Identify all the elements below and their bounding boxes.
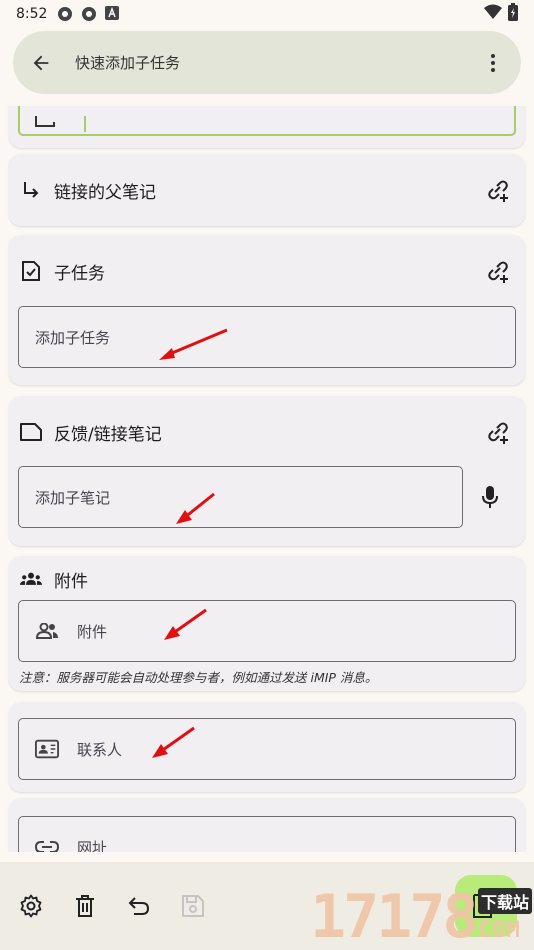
subtasks-header: 子任务 xyxy=(20,256,511,286)
app-notification-icon-2 xyxy=(81,6,97,22)
add-link-icon xyxy=(488,261,508,283)
delete-button[interactable] xyxy=(72,893,98,919)
groups-icon xyxy=(20,568,42,590)
url-card: 网址 xyxy=(9,798,525,852)
font-notification-icon xyxy=(105,6,121,22)
more-vert-icon xyxy=(491,53,495,72)
description-field[interactable] xyxy=(18,106,516,136)
attendees-placeholder: 附件 xyxy=(77,622,108,641)
bottom-action-bar xyxy=(0,862,534,950)
status-bar: 8:52 xyxy=(0,0,534,28)
microphone-icon xyxy=(482,486,498,508)
link-icon xyxy=(35,835,59,852)
note-icon xyxy=(20,421,42,443)
arrow-back-icon xyxy=(33,55,49,70)
contacts-placeholder: 联系人 xyxy=(77,740,123,759)
subtasks-title: 子任务 xyxy=(54,263,105,284)
save-button[interactable] xyxy=(180,893,206,919)
save-and-close-fab[interactable] xyxy=(455,875,517,937)
undo-button[interactable] xyxy=(126,893,152,919)
overflow-menu-button[interactable] xyxy=(481,51,505,75)
attendees-input[interactable]: 附件 xyxy=(18,600,516,662)
app-notification-icon xyxy=(57,6,73,22)
contacts-card: 联系人 xyxy=(9,702,525,792)
save-exit-icon xyxy=(473,894,499,918)
undo-icon xyxy=(128,897,150,915)
status-right xyxy=(484,3,518,25)
parent-note-header: 链接的父笔记 xyxy=(20,175,511,205)
feedback-title: 反馈/链接笔记 xyxy=(54,424,162,445)
status-time: 8:52 xyxy=(16,6,48,22)
add-subtask-placeholder: 添加子任务 xyxy=(35,328,111,347)
task-checklist-icon xyxy=(20,260,42,282)
gear-icon xyxy=(20,894,42,918)
description-card xyxy=(9,106,525,148)
url-placeholder: 网址 xyxy=(77,838,108,853)
trash-icon xyxy=(76,895,94,917)
content-scroll[interactable]: 链接的父笔记 子任务 添加子任务 反馈/链接笔记 添加子笔记 附件 附件 注意：… xyxy=(0,106,534,852)
add-link-subtask-button[interactable] xyxy=(485,258,511,284)
attendees-header: 附件 xyxy=(20,564,511,594)
add-subtask-input[interactable]: 添加子任务 xyxy=(18,306,516,368)
add-subnote-input[interactable]: 添加子笔记 xyxy=(18,466,463,528)
subdirectory-arrow-icon xyxy=(20,179,42,201)
edit-note-icon xyxy=(35,116,55,127)
battery-icon xyxy=(508,3,518,25)
back-button[interactable] xyxy=(29,51,53,75)
contacts-input[interactable]: 联系人 xyxy=(18,718,516,780)
contact-card-icon xyxy=(35,737,59,761)
top-app-bar: 快速添加子任务 xyxy=(13,31,521,94)
parent-note-title: 链接的父笔记 xyxy=(54,182,156,203)
attendees-card: 附件 附件 注意：服务器可能会自动处理参与者，例如通过发送 iMIP 消息。 xyxy=(9,556,525,691)
add-link-button[interactable] xyxy=(485,177,511,203)
attendees-title: 附件 xyxy=(54,571,88,592)
subtasks-card: 子任务 添加子任务 xyxy=(9,235,525,385)
wifi-icon xyxy=(484,4,502,24)
feedback-card: 反馈/链接笔记 添加子笔记 xyxy=(9,396,525,546)
page-title: 快速添加子任务 xyxy=(75,54,181,72)
add-link-icon xyxy=(488,180,508,202)
feedback-header: 反馈/链接笔记 xyxy=(20,417,511,447)
url-input[interactable]: 网址 xyxy=(18,816,516,852)
text-cursor xyxy=(84,116,86,132)
voice-input-button[interactable] xyxy=(477,484,503,510)
parent-note-card: 链接的父笔记 xyxy=(9,154,525,226)
add-link-icon xyxy=(488,422,508,444)
settings-button[interactable] xyxy=(18,893,44,919)
add-subnote-placeholder: 添加子笔记 xyxy=(35,488,111,507)
people-icon xyxy=(35,619,59,643)
add-link-note-button[interactable] xyxy=(485,419,511,445)
save-icon xyxy=(182,895,204,917)
attendees-note: 注意：服务器可能会自动处理参与者，例如通过发送 iMIP 消息。 xyxy=(19,670,378,685)
